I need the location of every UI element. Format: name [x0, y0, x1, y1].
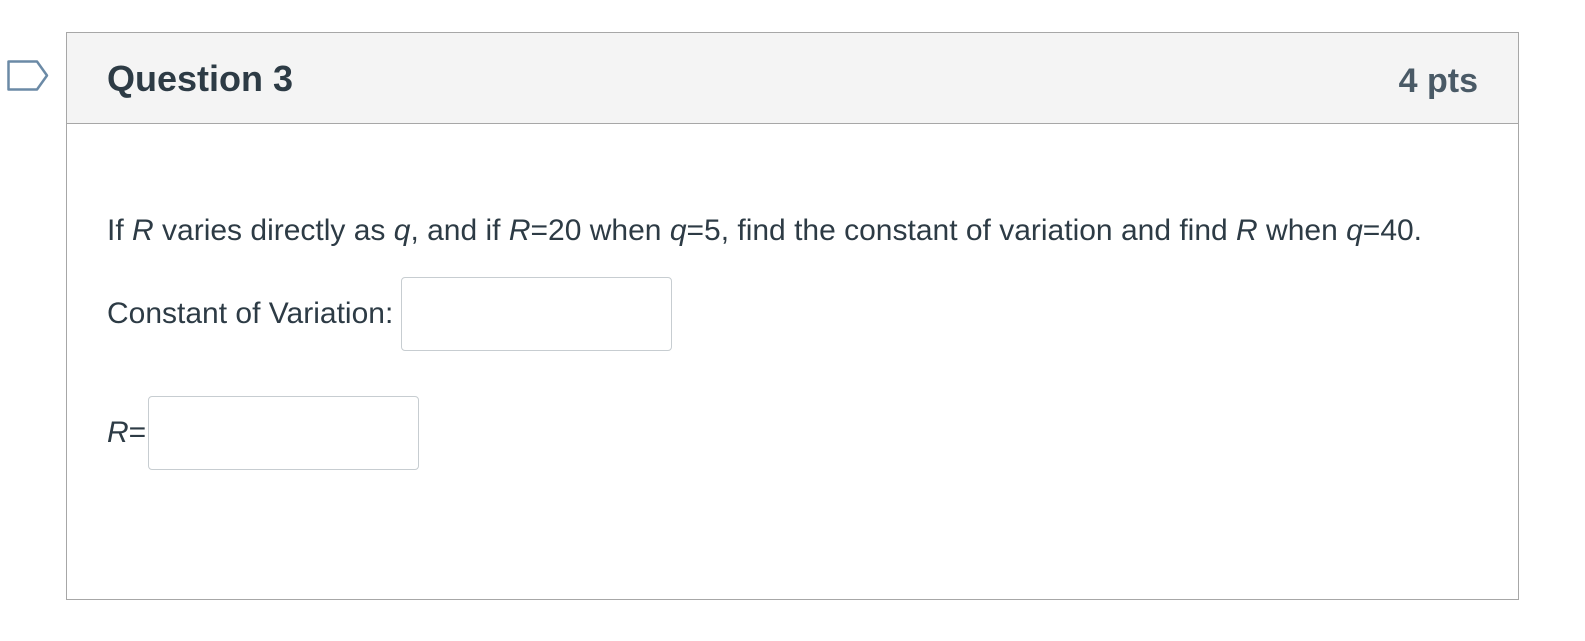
constant-of-variation-input[interactable]: [401, 277, 673, 351]
text-segment: , and if: [410, 214, 509, 247]
text-segment: =20 when: [530, 214, 670, 247]
text-segment: =5, find the constant of variation and f…: [686, 214, 1237, 247]
r-answer-row: R =: [107, 396, 420, 470]
text-segment: when: [1257, 214, 1347, 247]
variable-q: q: [393, 214, 411, 247]
question-card: Question 3 4 pts If R varies directly as…: [66, 32, 1519, 600]
text-segment: varies directly as: [153, 214, 394, 247]
question-text: If R varies directly as q, and if R=20 w…: [107, 211, 1422, 251]
constant-label: Constant of Variation:: [107, 297, 394, 330]
variable-q: q: [669, 214, 687, 247]
text-segment: If: [107, 214, 133, 247]
constant-row: Constant of Variation:: [107, 277, 673, 351]
flag-question-icon[interactable]: [7, 60, 49, 91]
variable-q: q: [1346, 214, 1363, 247]
variable-r: R: [508, 214, 531, 247]
question-title: Question 3: [107, 58, 294, 99]
question-points: 4 pts: [1398, 62, 1478, 100]
quiz-page: Question 3 4 pts If R varies directly as…: [0, 0, 1585, 641]
variable-r: R: [1236, 214, 1258, 247]
r-value-input[interactable]: [148, 396, 420, 470]
question-header: Question 3 4 pts: [67, 33, 1518, 124]
variable-r: R: [132, 214, 154, 247]
text-segment: =40.: [1362, 214, 1423, 247]
r-variable-label: R: [107, 416, 129, 449]
r-equals-label: =: [128, 416, 147, 449]
